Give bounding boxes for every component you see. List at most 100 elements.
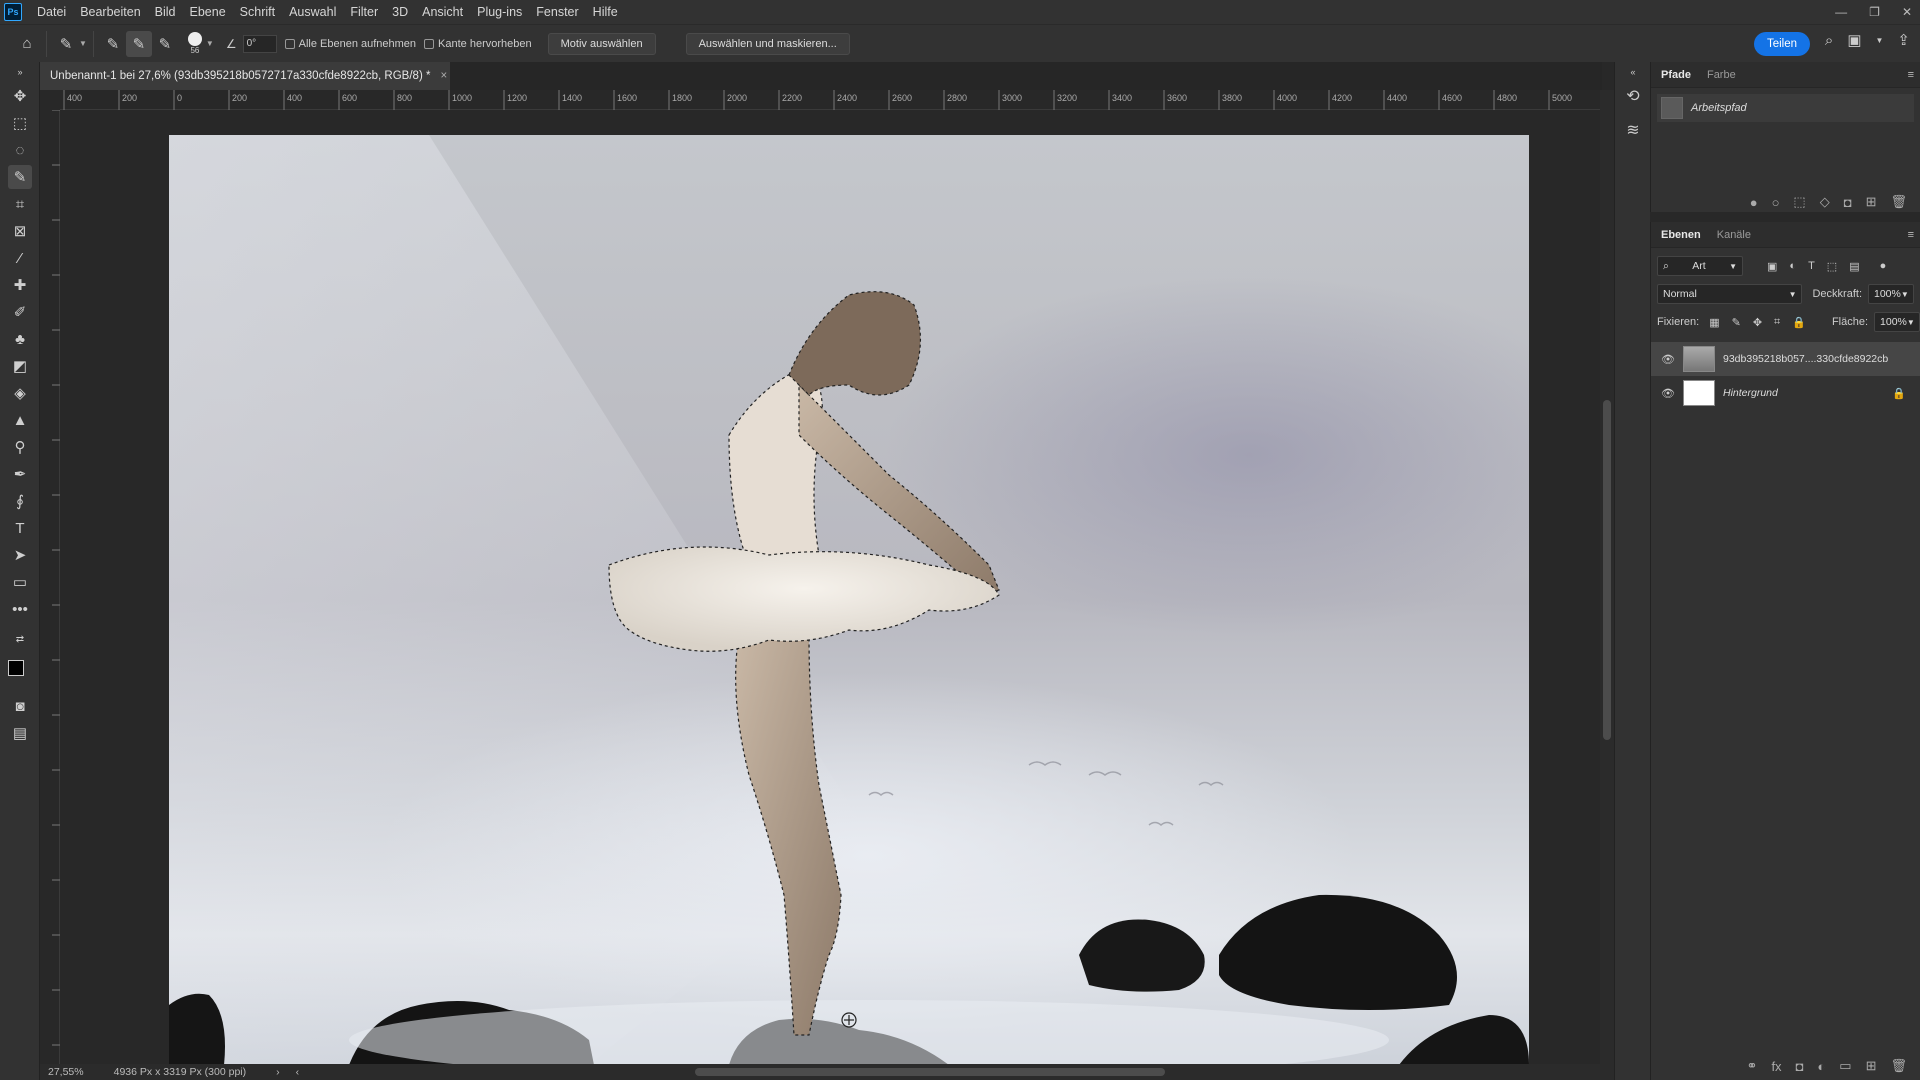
lock-image-icon[interactable]: ✎ xyxy=(1732,316,1741,329)
foreground-color-swatch[interactable] xyxy=(8,660,24,676)
marquee-tool-icon[interactable]: ⬚ xyxy=(8,111,32,135)
select-subject-button[interactable]: Motiv auswählen xyxy=(547,32,656,55)
tab-kanaele[interactable]: Kanäle xyxy=(1717,222,1751,248)
subtract-from-selection-icon[interactable]: ✎ xyxy=(152,31,178,57)
lock-transparent-icon[interactable]: ▦ xyxy=(1709,316,1719,329)
menu-datei[interactable]: Datei xyxy=(30,0,73,24)
make-work-path-icon[interactable]: ◇ xyxy=(1820,194,1830,210)
document-image[interactable] xyxy=(169,135,1529,1064)
frame-tool-icon[interactable]: ⊠ xyxy=(8,219,32,243)
lock-position-icon[interactable]: ✥ xyxy=(1753,316,1762,329)
enhance-edge-checkbox[interactable]: Kante hervorheben xyxy=(424,38,532,50)
lock-all-icon[interactable]: 🔒 xyxy=(1792,316,1806,329)
minimize-icon[interactable]: — xyxy=(1835,5,1847,19)
rectangle-tool-icon[interactable]: ▭ xyxy=(8,570,32,594)
panel-menu-icon[interactable]: ≡ xyxy=(1908,229,1914,241)
history-icon[interactable]: ⟲ xyxy=(1621,84,1645,108)
pen-tool-icon[interactable]: ✒ xyxy=(8,462,32,486)
chevron-right-icon[interactable]: › xyxy=(276,1066,280,1078)
menu-ebene[interactable]: Ebene xyxy=(183,0,233,24)
document-tab[interactable]: Unbenannt-1 bei 27,6% (93db395218b057271… xyxy=(40,62,450,90)
move-tool-icon[interactable]: ✥ xyxy=(8,84,32,108)
layer-row[interactable]: 👁 Hintergrund 🔒 xyxy=(1651,376,1920,410)
menu-filter[interactable]: Filter xyxy=(343,0,385,24)
visibility-eye-icon[interactable]: 👁 xyxy=(1661,387,1675,400)
tab-farbe[interactable]: Farbe xyxy=(1707,62,1736,88)
add-mask-icon[interactable]: ◘ xyxy=(1844,195,1852,210)
chevron-down-icon[interactable]: ▼ xyxy=(1876,36,1884,45)
layer-filter-select[interactable]: ⌕ Art ▼ xyxy=(1657,256,1743,276)
chevron-down-icon[interactable]: ▼ xyxy=(206,39,214,48)
visibility-eye-icon[interactable]: 👁 xyxy=(1661,353,1675,366)
horizontal-ruler[interactable]: 400 200 0 200 400 600 800 1000 1200 1400 1600 1800 2… xyxy=(60,90,1600,110)
collapse-toolbar-icon[interactable]: » xyxy=(8,66,32,78)
paint-bucket-tool-icon[interactable]: ◈ xyxy=(8,381,32,405)
tab-ebenen[interactable]: Ebenen xyxy=(1661,222,1701,248)
path-item[interactable]: Arbeitspfad xyxy=(1657,94,1914,122)
load-as-selection-icon[interactable]: ⬚ xyxy=(1793,194,1805,210)
menu-auswahl[interactable]: Auswahl xyxy=(282,0,343,24)
canvas-area[interactable] xyxy=(60,110,1600,1064)
menu-3d[interactable]: 3D xyxy=(385,0,415,24)
layer-style-icon[interactable]: fx xyxy=(1771,1059,1781,1074)
crop-tool-icon[interactable]: ⌗ xyxy=(8,192,32,216)
stroke-path-icon[interactable]: ○ xyxy=(1772,195,1780,210)
add-to-selection-icon[interactable]: ✎ xyxy=(125,30,152,57)
menu-hilfe[interactable]: Hilfe xyxy=(586,0,625,24)
libraries-icon[interactable]: ≋ xyxy=(1621,118,1645,142)
blend-mode-select[interactable]: Normal ▼ xyxy=(1657,284,1803,304)
delete-path-icon[interactable]: 🗑 xyxy=(1890,194,1907,210)
opacity-input[interactable]: 100% ▼ xyxy=(1868,284,1914,304)
close-tab-icon[interactable]: × xyxy=(440,70,447,82)
brush-size-picker[interactable]: 56 xyxy=(187,32,202,55)
home-icon[interactable]: ⌂ xyxy=(14,31,40,57)
new-selection-icon[interactable]: ✎ xyxy=(100,31,126,57)
ruler-origin[interactable] xyxy=(40,90,60,110)
new-group-icon[interactable]: ▭ xyxy=(1839,1058,1851,1074)
select-and-mask-button[interactable]: Auswählen und maskieren... xyxy=(685,32,850,55)
fill-input[interactable]: 100% ▼ xyxy=(1874,312,1920,332)
workspace-icon[interactable]: ▣ xyxy=(1847,31,1861,49)
lasso-tool-icon[interactable]: ◌ xyxy=(8,138,32,162)
filter-shape-icon[interactable]: ⬚ xyxy=(1827,260,1837,273)
quick-mask-icon[interactable]: ◙ xyxy=(8,694,32,718)
menu-bild[interactable]: Bild xyxy=(148,0,183,24)
sample-all-layers-checkbox[interactable]: Alle Ebenen aufnehmen xyxy=(284,38,416,50)
eraser-tool-icon[interactable]: ◩ xyxy=(8,354,32,378)
new-layer-icon[interactable]: ⊞ xyxy=(1866,1058,1877,1074)
share-button[interactable]: Teilen xyxy=(1753,32,1810,56)
lock-artboard-icon[interactable]: ⌗ xyxy=(1774,316,1780,329)
path-selection-tool-icon[interactable]: ➤ xyxy=(8,543,32,567)
filter-toggle-icon[interactable]: ● xyxy=(1880,260,1887,272)
fill-path-icon[interactable]: ● xyxy=(1750,195,1758,210)
chevron-left-icon[interactable]: ‹ xyxy=(296,1066,300,1078)
clone-stamp-tool-icon[interactable]: ♣ xyxy=(8,327,32,351)
healing-brush-tool-icon[interactable]: ✚ xyxy=(8,273,32,297)
add-mask-icon[interactable]: ◘ xyxy=(1796,1059,1804,1074)
eyedropper-tool-icon[interactable]: ⁄ xyxy=(8,246,32,270)
horizontal-scrollbar-thumb[interactable] xyxy=(695,1068,1165,1076)
scrollbar-thumb[interactable] xyxy=(1603,400,1611,740)
curvature-pen-tool-icon[interactable]: ∮ xyxy=(8,489,32,513)
quick-selection-tool-icon[interactable]: ✎ xyxy=(8,165,32,189)
blur-tool-icon[interactable]: ▲ xyxy=(8,408,32,432)
vertical-ruler[interactable] xyxy=(40,109,60,1064)
adjustment-layer-icon[interactable]: ◐ xyxy=(1817,1059,1825,1074)
menu-plugins[interactable]: Plug-ins xyxy=(470,0,529,24)
filter-adjustment-icon[interactable]: ◐ xyxy=(1789,260,1796,272)
close-icon[interactable]: ✕ xyxy=(1902,5,1912,19)
brush-tool-icon[interactable]: ✐ xyxy=(8,300,32,324)
link-layers-icon[interactable]: ⚭ xyxy=(1747,1058,1758,1074)
angle-input[interactable]: 0° xyxy=(242,34,277,53)
chevron-down-icon[interactable]: ▼ xyxy=(79,39,87,48)
filter-pixel-icon[interactable]: ▣ xyxy=(1767,260,1777,273)
filter-type-icon[interactable]: T xyxy=(1808,260,1815,272)
menu-schrift[interactable]: Schrift xyxy=(233,0,282,24)
menu-fenster[interactable]: Fenster xyxy=(529,0,585,24)
type-tool-icon[interactable]: T xyxy=(8,516,32,540)
search-icon[interactable]: ⌕ xyxy=(1825,32,1833,49)
collapse-panels-icon[interactable]: « xyxy=(1621,66,1645,78)
zoom-level[interactable]: 27,55% xyxy=(48,1066,84,1078)
menu-bearbeiten[interactable]: Bearbeiten xyxy=(73,0,147,24)
panel-menu-icon[interactable]: ≡ xyxy=(1908,69,1914,81)
